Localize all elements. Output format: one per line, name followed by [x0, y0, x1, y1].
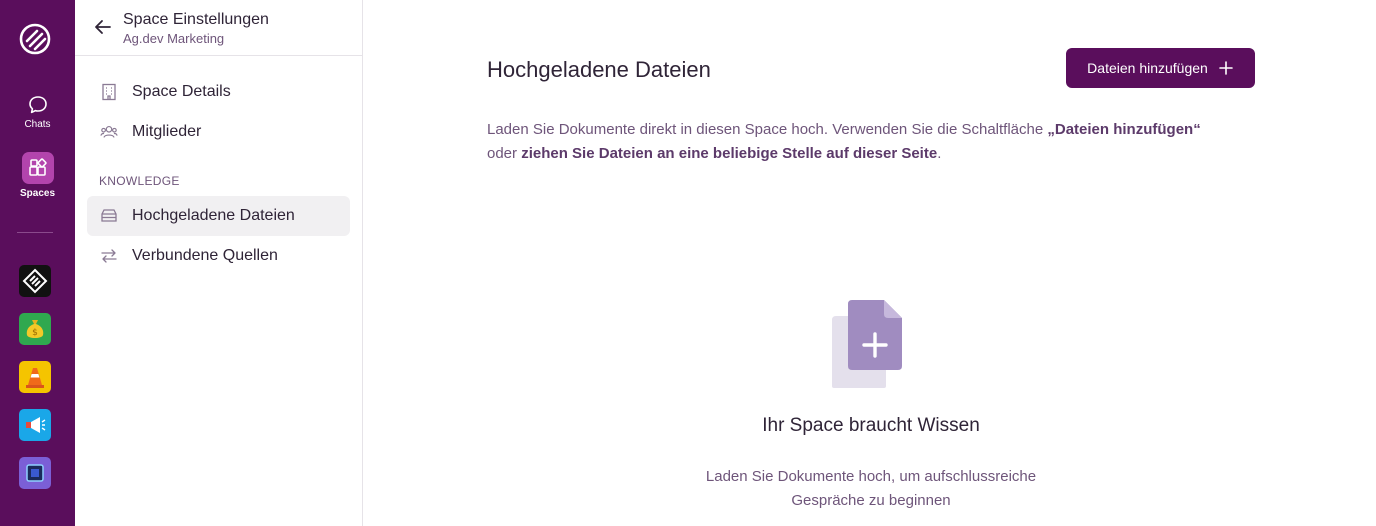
empty-state-line: Gespräche zu beginnen [791, 492, 951, 509]
users-icon [100, 123, 118, 141]
arrows-exchange-icon [100, 247, 118, 265]
sidebar-subtitle: Ag.dev Marketing [123, 31, 225, 46]
empty-state-title: Ihr Space braucht Wissen [762, 415, 980, 436]
sidebar-item-space-details[interactable]: Space Details [87, 72, 350, 112]
sidebar-item-label: Verbundene Quellen [132, 247, 278, 264]
grid-icon [28, 158, 47, 176]
app-tile-3[interactable] [19, 361, 51, 393]
sidebar-item-label: Mitglieder [132, 123, 202, 140]
traffic-cone-icon [26, 368, 44, 388]
rail-spaces-label: Spaces [19, 188, 56, 199]
empty-state-line: Laden Sie Dokumente hoch, um aufschlussr… [705, 468, 1037, 485]
rail-spaces[interactable]: Spaces [0, 152, 75, 199]
back-arrow-icon[interactable] [93, 17, 113, 37]
app-tile-4[interactable] [19, 409, 51, 441]
description-text: oder [487, 145, 522, 162]
sidebar-item-label: Space Details [132, 83, 231, 100]
app-tile-5[interactable] [19, 457, 51, 489]
diamond-logo-icon [22, 268, 48, 294]
storage-icon [100, 207, 118, 225]
spaces-active-tile [21, 152, 54, 184]
building-icon [100, 83, 118, 101]
app-logo-icon[interactable] [18, 22, 52, 56]
rail-chats-label: Chats [24, 119, 51, 130]
rail-divider [17, 232, 53, 233]
sidebar-item-uploaded-files[interactable]: Hochgeladene Dateien [87, 196, 350, 236]
money-bag-icon: $ [26, 320, 44, 338]
sidebar-item-connected-sources[interactable]: Verbundene Quellen [87, 236, 350, 276]
sidebar-header: Space Einstellungen Ag.dev Marketing [75, 0, 362, 56]
rail-chats[interactable]: Chats [0, 94, 75, 130]
chat-bubble-icon [28, 96, 47, 114]
empty-state-description: Laden Sie Dokumente hoch, um aufschlussr… [631, 465, 1111, 513]
sidebar-item-members[interactable]: Mitglieder [87, 112, 350, 152]
sidebar-item-label: Hochgeladene Dateien [132, 207, 295, 224]
plus-icon [1219, 61, 1233, 75]
svg-text:$: $ [32, 328, 38, 338]
sidebar-title: Space Einstellungen [123, 11, 269, 28]
app-tile-2[interactable]: $ [19, 313, 51, 345]
app-tile-1[interactable] [19, 265, 51, 297]
empty-state: Ihr Space braucht Wissen Laden Sie Dokum… [631, 0, 1111, 526]
megaphone-icon [26, 417, 46, 433]
chip-icon [26, 464, 44, 482]
section-heading-knowledge: KNOWLEDGE [99, 174, 180, 188]
app-rail: Chats Spaces $ [0, 0, 75, 526]
settings-sidebar: Space Einstellungen Ag.dev Marketing Spa… [75, 0, 363, 526]
